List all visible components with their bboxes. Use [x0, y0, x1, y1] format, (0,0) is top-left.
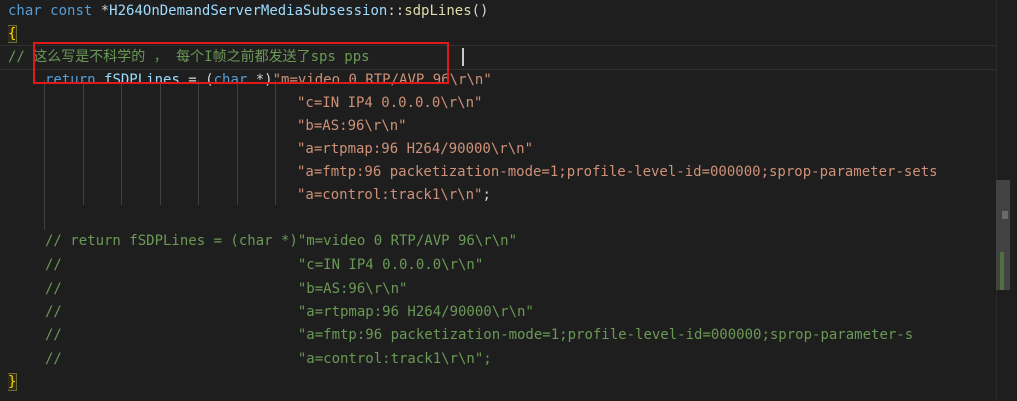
sdp-string: "c=IN IP4 0.0.0.0\r\n"	[297, 95, 483, 111]
code-line-string[interactable]: "a=control:track1\r\n";	[297, 184, 1017, 207]
code-editor[interactable]: char const *H264OnDemandServerMediaSubse…	[0, 0, 1017, 401]
comment-text: // "a=rtpmap:96 H264/90000\r\n"	[45, 304, 534, 320]
code-line-string[interactable]: "a=fmtp:96 packetization-mode=1;profile-…	[297, 161, 995, 184]
open-brace: {	[8, 25, 18, 43]
code-line-commented[interactable]: // "b=AS:96\r\n"	[45, 278, 1017, 301]
comment-text: // return fSDPLines = (char *)"m=video 0…	[45, 233, 518, 249]
annotation-box	[33, 42, 449, 84]
keyword-const: const	[50, 3, 93, 19]
keyword-char: char	[8, 3, 42, 19]
indent-guide	[198, 80, 199, 205]
scope-operator: ::	[387, 3, 405, 19]
code-line-signature[interactable]: char const *H264OnDemandServerMediaSubse…	[8, 0, 1003, 23]
sdp-string: "a=rtpmap:96 H264/90000\r\n"	[297, 141, 534, 157]
comment-text: // "b=AS:96\r\n"	[45, 281, 408, 297]
indent-guide	[121, 80, 122, 205]
scrollbar-marker	[1002, 211, 1008, 219]
code-line-commented[interactable]: // "c=IN IP4 0.0.0.0\r\n"	[45, 254, 1017, 277]
code-line-commented[interactable]: // "a=rtpmap:96 H264/90000\r\n"	[45, 301, 1017, 324]
comment-text: // "a=fmtp:96 packetization-mode=1;profi…	[45, 327, 914, 343]
semicolon: ;	[482, 187, 491, 203]
code-line-string[interactable]: "b=AS:96\r\n"	[297, 115, 1017, 138]
parens: ()	[471, 3, 489, 19]
pointer-star: *	[92, 3, 110, 19]
sdp-string: "a=control:track1\r\n"	[297, 187, 483, 203]
scrollbar-marker	[1000, 252, 1004, 290]
class-name: H264OnDemandServerMediaSubsession	[109, 3, 388, 19]
code-line-string[interactable]: "a=rtpmap:96 H264/90000\r\n"	[297, 138, 1017, 161]
indent-guide	[160, 80, 161, 205]
indent-guide	[83, 80, 84, 205]
indent-guide	[275, 80, 276, 205]
code-line-commented[interactable]: // return fSDPLines = (char *)"m=video 0…	[45, 230, 1017, 253]
text-cursor	[462, 48, 464, 66]
code-line-string[interactable]: "c=IN IP4 0.0.0.0\r\n"	[297, 92, 1017, 115]
code-line-commented[interactable]: // "a=fmtp:96 packetization-mode=1;profi…	[45, 324, 995, 347]
close-brace: }	[8, 373, 18, 391]
sdp-string: "b=AS:96\r\n"	[297, 118, 407, 134]
code-line-commented[interactable]: // "a=control:track1\r\n";	[45, 348, 1017, 371]
indent-guide	[237, 80, 238, 205]
indent-guide	[44, 80, 45, 230]
comment-text: // "c=IN IP4 0.0.0.0\r\n"	[45, 257, 484, 273]
method-name: sdpLines	[404, 3, 472, 19]
sdp-string: "a=fmtp:96 packetization-mode=1;profile-…	[297, 164, 938, 180]
code-line-close-brace[interactable]: }	[8, 371, 1003, 394]
comment-text: // "a=control:track1\r\n";	[45, 351, 492, 367]
